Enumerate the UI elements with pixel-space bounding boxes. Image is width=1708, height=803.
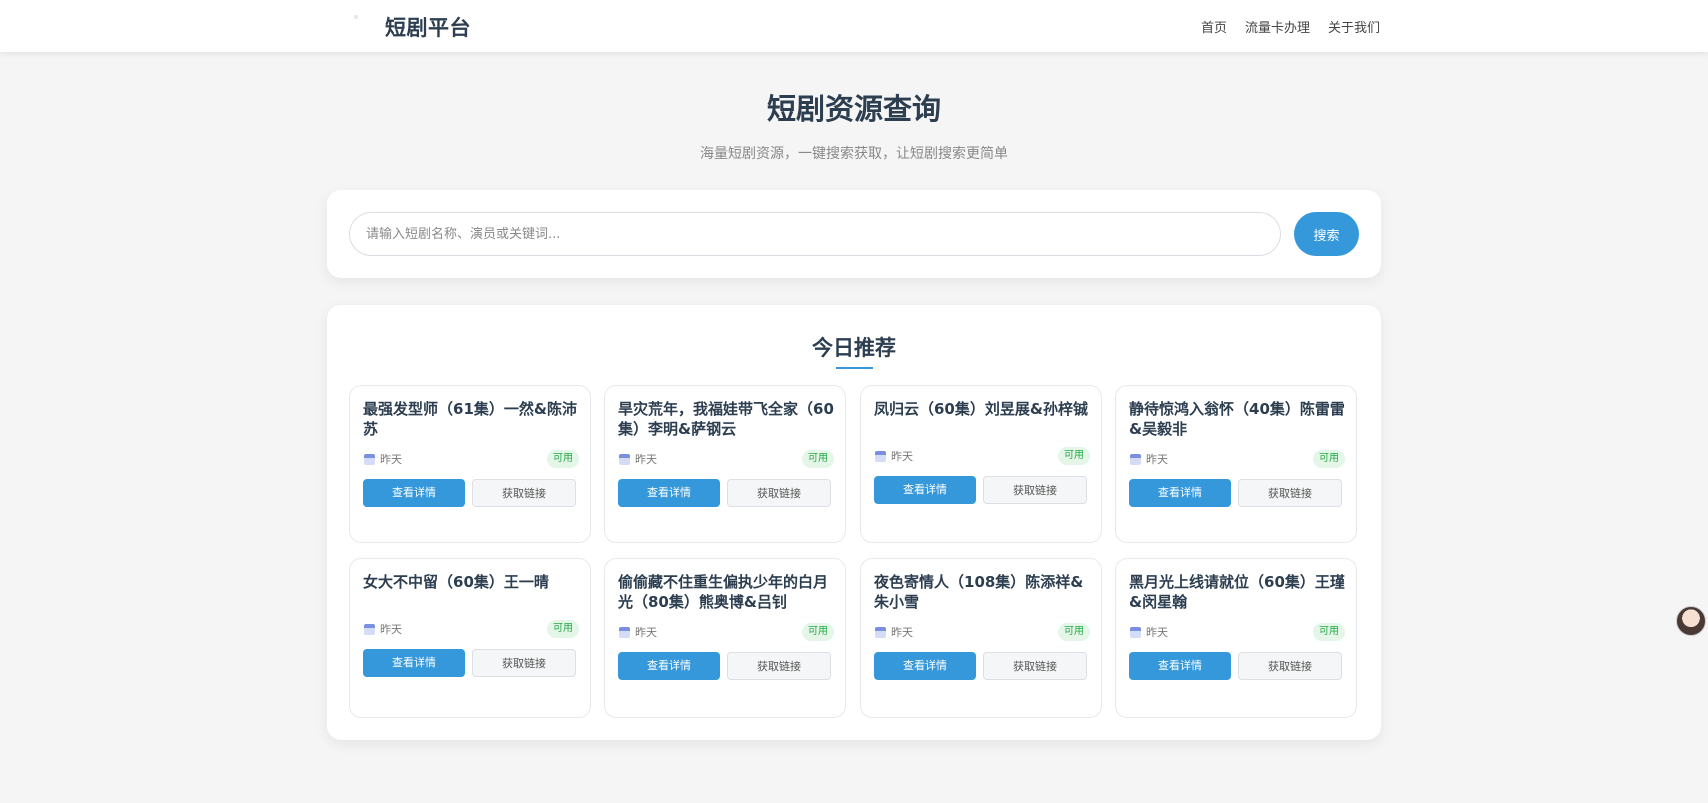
top-navbar: 短剧平台 首页 流量卡办理 关于我们	[0, 0, 1708, 52]
get-link-button[interactable]: 获取链接	[1238, 479, 1342, 507]
view-detail-button[interactable]: 查看详情	[1129, 479, 1231, 507]
get-link-button[interactable]: 获取链接	[472, 649, 576, 677]
search-input[interactable]	[349, 212, 1281, 256]
section-title: 今日推荐	[812, 336, 896, 360]
card-date: 昨天	[380, 453, 402, 466]
status-badge: 可用	[1058, 623, 1090, 641]
card-meta: 昨天 可用	[1129, 450, 1345, 468]
view-detail-button[interactable]: 查看详情	[618, 652, 720, 680]
card-meta: 昨天 可用	[618, 623, 834, 641]
status-badge: 可用	[1313, 623, 1345, 641]
search-button[interactable]: 搜索	[1294, 212, 1359, 256]
drama-card[interactable]: 夜色寄情人（108集）陈添祥&朱小雪 昨天 可用 查看详情 获取链接	[860, 558, 1102, 718]
get-link-button[interactable]: 获取链接	[983, 476, 1087, 504]
page-title: 短剧资源查询	[766, 92, 941, 126]
nav-link-about[interactable]: 关于我们	[1328, 17, 1380, 36]
view-detail-button[interactable]: 查看详情	[1129, 652, 1231, 680]
card-meta: 昨天 可用	[363, 450, 579, 468]
card-meta: 昨天 可用	[618, 450, 834, 468]
calendar-icon	[364, 454, 375, 465]
calendar-icon	[619, 627, 630, 638]
brand-title[interactable]: 短剧平台	[385, 12, 471, 42]
card-date: 昨天	[1146, 626, 1168, 639]
drama-card[interactable]: 女大不中留（60集）王一晴 昨天 可用 查看详情 获取链接	[349, 558, 591, 718]
title-underline	[836, 367, 873, 369]
drama-card[interactable]: 静待惊鸿入翁怀（40集）陈雷雷&吴毅非 昨天 可用 查看详情 获取链接	[1115, 385, 1357, 543]
drama-card[interactable]: 旱灾荒年，我福娃带飞全家（60集）李明&萨钢云 昨天 可用 查看详情 获取链接	[604, 385, 846, 543]
card-date: 昨天	[635, 626, 657, 639]
calendar-icon	[1130, 627, 1141, 638]
calendar-icon	[619, 454, 630, 465]
card-meta: 昨天 可用	[1129, 623, 1345, 641]
status-badge: 可用	[802, 623, 834, 641]
calendar-icon	[364, 624, 375, 635]
calendar-icon	[875, 451, 886, 462]
view-detail-button[interactable]: 查看详情	[874, 476, 976, 504]
card-title[interactable]: 女大不中留（60集）王一晴	[363, 572, 579, 592]
status-badge: 可用	[1313, 450, 1345, 468]
card-date: 昨天	[891, 626, 913, 639]
calendar-icon	[875, 627, 886, 638]
view-detail-button[interactable]: 查看详情	[874, 652, 976, 680]
brand-logo-icon	[354, 15, 358, 19]
get-link-button[interactable]: 获取链接	[727, 479, 831, 507]
page-subtitle: 海量短剧资源，一键搜索获取，让短剧搜索更简单	[700, 146, 1008, 162]
nav-link-home[interactable]: 首页	[1201, 17, 1227, 36]
status-badge: 可用	[547, 450, 579, 468]
card-meta: 昨天 可用	[874, 623, 1090, 641]
view-detail-button[interactable]: 查看详情	[363, 479, 465, 507]
card-date: 昨天	[1146, 453, 1168, 466]
view-detail-button[interactable]: 查看详情	[363, 649, 465, 677]
nav-link-data-card[interactable]: 流量卡办理	[1245, 17, 1310, 36]
nav-links: 首页 流量卡办理 关于我们	[1201, 17, 1380, 36]
card-date: 昨天	[635, 453, 657, 466]
drama-card[interactable]: 最强发型师（61集）一然&陈沛苏 昨天 可用 查看详情 获取链接	[349, 385, 591, 543]
card-title[interactable]: 黑月光上线请就位（60集）王瑾&闵星翰	[1129, 572, 1345, 612]
card-date: 昨天	[891, 450, 913, 463]
card-title[interactable]: 旱灾荒年，我福娃带飞全家（60集）李明&萨钢云	[618, 399, 834, 439]
card-meta: 昨天 可用	[874, 447, 1090, 465]
card-title[interactable]: 最强发型师（61集）一然&陈沛苏	[363, 399, 579, 439]
drama-card[interactable]: 偷偷藏不住重生偏执少年的白月光（80集）熊奥博&吕钊 昨天 可用 查看详情 获取…	[604, 558, 846, 718]
drama-card[interactable]: 黑月光上线请就位（60集）王瑾&闵星翰 昨天 可用 查看详情 获取链接	[1115, 558, 1357, 718]
assistant-avatar-icon[interactable]	[1676, 606, 1706, 636]
get-link-button[interactable]: 获取链接	[1238, 652, 1342, 680]
drama-card[interactable]: 凤归云（60集）刘昱展&孙梓铖 昨天 可用 查看详情 获取链接	[860, 385, 1102, 543]
card-title[interactable]: 静待惊鸿入翁怀（40集）陈雷雷&吴毅非	[1129, 399, 1345, 439]
status-badge: 可用	[1058, 447, 1090, 465]
card-title[interactable]: 偷偷藏不住重生偏执少年的白月光（80集）熊奥博&吕钊	[618, 572, 834, 612]
get-link-button[interactable]: 获取链接	[727, 652, 831, 680]
status-badge: 可用	[802, 450, 834, 468]
card-date: 昨天	[380, 623, 402, 636]
card-title[interactable]: 夜色寄情人（108集）陈添祥&朱小雪	[874, 572, 1090, 612]
view-detail-button[interactable]: 查看详情	[618, 479, 720, 507]
card-title[interactable]: 凤归云（60集）刘昱展&孙梓铖	[874, 399, 1090, 419]
card-meta: 昨天 可用	[363, 620, 579, 638]
search-panel: 搜索	[327, 190, 1381, 278]
status-badge: 可用	[547, 620, 579, 638]
get-link-button[interactable]: 获取链接	[472, 479, 576, 507]
recommend-panel: 今日推荐 最强发型师（61集）一然&陈沛苏 昨天 可用 查看详情 获取链接 旱灾…	[327, 305, 1381, 740]
calendar-icon	[1130, 454, 1141, 465]
get-link-button[interactable]: 获取链接	[983, 652, 1087, 680]
